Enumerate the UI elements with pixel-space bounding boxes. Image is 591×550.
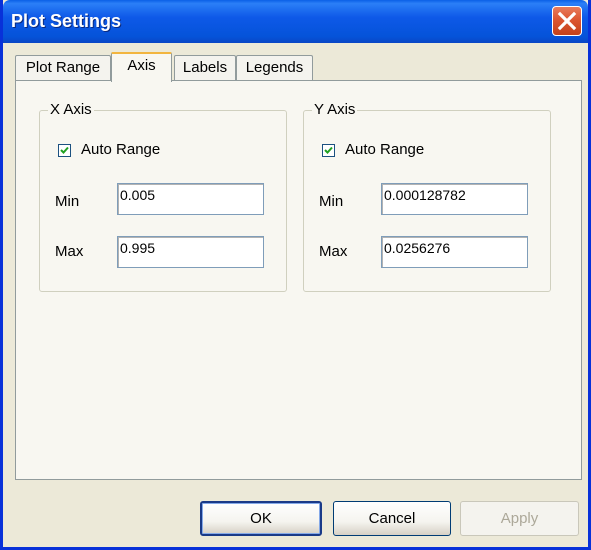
x-axis-group-label: X Axis	[48, 101, 94, 118]
ok-button[interactable]: OK	[200, 501, 322, 536]
apply-button[interactable]: Apply	[460, 501, 579, 536]
plot-settings-dialog: Plot Settings Plot Range Axis Labels Leg…	[0, 0, 591, 550]
window-title: Plot Settings	[11, 11, 122, 31]
axis-tab-panel: X Axis Auto Range Min 0.005 Max 0.995 Y …	[15, 80, 582, 480]
y-auto-range-label: Auto Range	[345, 141, 425, 158]
check-icon	[324, 146, 333, 154]
y-axis-group-label: Y Axis	[312, 101, 358, 118]
x-min-input[interactable]: 0.005	[117, 183, 264, 215]
x-max-label: Max	[55, 243, 84, 260]
x-auto-range-checkbox[interactable]	[58, 144, 71, 157]
title-bar[interactable]: Plot Settings	[3, 0, 588, 43]
tab-label: Plot Range	[25, 59, 101, 76]
tab-legends[interactable]: Legends	[236, 55, 313, 81]
close-button[interactable]	[552, 6, 582, 36]
tab-label: Axis	[127, 57, 156, 74]
cancel-button[interactable]: Cancel	[333, 501, 451, 536]
x-max-input[interactable]: 0.995	[117, 236, 264, 268]
tab-labels[interactable]: Labels	[174, 55, 236, 81]
tab-label: Legends	[245, 59, 304, 76]
y-axis-group: Y Axis Auto Range Min 0.000128782 Max 0.…	[303, 101, 551, 292]
y-min-label: Min	[319, 193, 344, 210]
y-max-input[interactable]: 0.0256276	[381, 236, 528, 268]
x-min-label: Min	[55, 193, 80, 210]
close-icon	[557, 11, 577, 31]
x-auto-range-label: Auto Range	[81, 141, 161, 158]
x-axis-group: X Axis Auto Range Min 0.005 Max 0.995	[39, 101, 287, 292]
y-auto-range-checkbox[interactable]	[322, 144, 335, 157]
y-max-label: Max	[319, 243, 348, 260]
y-min-input[interactable]: 0.000128782	[381, 183, 528, 215]
tab-axis[interactable]: Axis	[111, 52, 172, 82]
check-icon	[60, 146, 69, 154]
tab-plot-range[interactable]: Plot Range	[15, 55, 111, 81]
tab-label: Labels	[182, 59, 228, 76]
